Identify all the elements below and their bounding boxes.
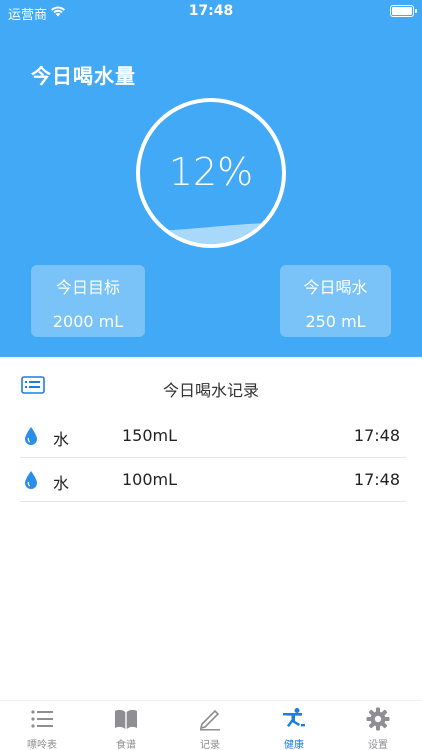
tab-records[interactable]: 记录 [168,701,252,750]
tab-label: 食谱 [116,740,136,750]
water-drop-icon [25,427,37,445]
water-progress-ring: 12% [136,98,286,248]
tab-label: 设置 [368,740,388,750]
tab-label: 健康 [284,740,304,750]
goal-card[interactable]: 今日目标 2000 mL [31,265,145,337]
drunk-value: 250 mL [305,312,366,331]
goal-value: 2000 mL [52,312,124,331]
record-amount: 150mL [122,426,178,445]
water-drop-icon [25,471,37,489]
goal-label: 今日目标 [55,278,120,297]
tab-purine-table[interactable]: 嘌呤表 [0,701,84,750]
tab-settings[interactable]: 设置 [336,701,420,750]
progress-percent: 12% [168,150,254,194]
battery-icon [390,5,417,17]
drunk-card[interactable]: 今日喝水 250 mL [280,265,391,337]
status-bar: 运营商 17:48 [0,0,422,24]
record-row[interactable]: 水 100mL 17:48 [20,458,406,502]
records-title: 今日喝水记录 [162,381,259,400]
list-icon [31,710,53,728]
record-time: 17:48 [353,470,400,489]
header-panel: 今日喝水量 12% 今日目标 2000 mL 今日喝水 250 mL [0,0,422,357]
tab-label: 嘌呤表 [27,740,57,750]
drunk-label: 今日喝水 [303,278,368,297]
records-header: 今日喝水记录 [0,357,422,417]
exercise-icon [283,708,305,727]
tab-label: 记录 [200,740,220,750]
tab-bar: 嘌呤表 食谱 记录 健康 设置 [0,700,422,750]
page-title: 今日喝水量 [31,64,136,88]
record-name: 水 [53,474,70,493]
book-icon [115,709,137,729]
record-row[interactable]: 水 150mL 17:48 [20,414,406,458]
pencil-icon [199,709,220,731]
record-time: 17:48 [353,426,400,445]
tab-health[interactable]: 健康 [252,701,336,750]
tab-recipes[interactable]: 食谱 [84,701,168,750]
gear-icon [366,707,390,731]
record-list: 水 150mL 17:48 水 100mL 17:48 [20,414,406,502]
record-name: 水 [53,430,70,449]
record-amount: 100mL [122,470,178,489]
status-time: 17:48 [188,3,234,19]
